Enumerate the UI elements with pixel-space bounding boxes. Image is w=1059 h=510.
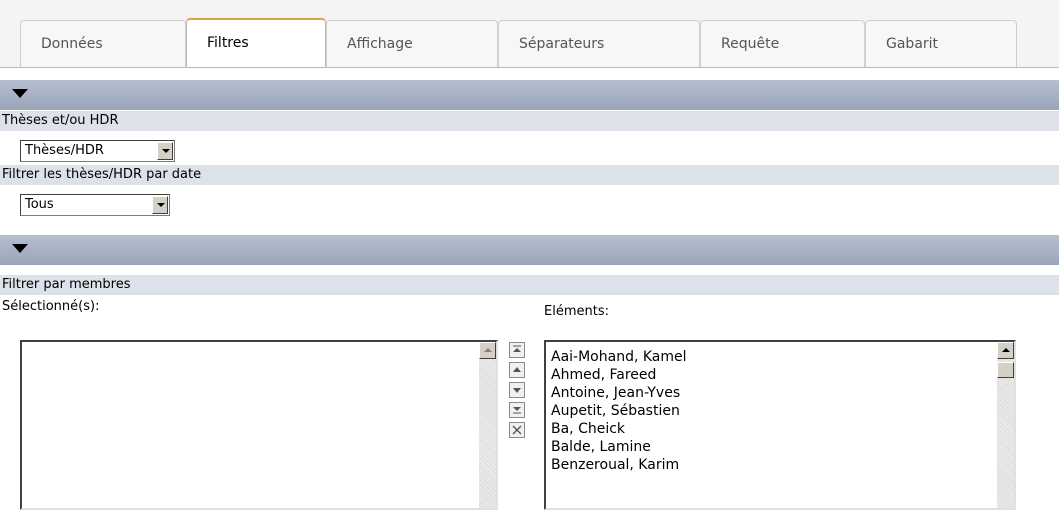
section-header-members[interactable] xyxy=(0,235,1059,265)
selected-scrollbar[interactable] xyxy=(479,342,496,508)
list-item[interactable]: Balde, Lamine xyxy=(551,438,1014,456)
remove-x-icon[interactable] xyxy=(509,422,525,438)
list-item[interactable]: Ahmed, Fareed xyxy=(551,366,1014,384)
theses-hdr-select[interactable]: Thèses/HDR xyxy=(20,140,175,162)
scroll-up-icon[interactable] xyxy=(479,342,496,359)
tab-bar: Données Filtres Affichage Séparateurs Re… xyxy=(0,8,1059,68)
list-item[interactable]: Ba, Cheick xyxy=(551,420,1014,438)
triangle-down-icon[interactable] xyxy=(12,89,28,98)
list-item[interactable]: Benzeroual, Karim xyxy=(551,456,1014,474)
move-top-icon[interactable] xyxy=(509,342,525,358)
triangle-down-icon[interactable] xyxy=(12,244,28,253)
tab-requete[interactable]: Requête xyxy=(700,20,865,68)
elements-listbox[interactable]: Aai-Mohand, Kamel Ahmed, Fareed Antoine,… xyxy=(544,340,1016,510)
list-item[interactable]: Aupetit, Sébastien xyxy=(551,402,1014,420)
date-filter-select-value: Tous xyxy=(25,197,54,212)
elements-label: Eléments: xyxy=(544,304,609,319)
move-down-icon[interactable] xyxy=(509,382,525,398)
move-bottom-icon[interactable] xyxy=(509,402,525,418)
date-filter-label: Filtrer les thèses/HDR par date xyxy=(0,165,1059,185)
tab-donnees[interactable]: Données xyxy=(20,20,186,68)
tab-underline xyxy=(0,67,1059,68)
top-margin xyxy=(0,0,1059,8)
scroll-up-icon[interactable] xyxy=(997,342,1014,359)
chevron-down-icon[interactable] xyxy=(152,196,168,214)
scroll-thumb[interactable] xyxy=(997,362,1014,378)
tab-gabarit[interactable]: Gabarit xyxy=(865,20,1017,68)
move-up-icon[interactable] xyxy=(509,362,525,378)
section-header-theses[interactable] xyxy=(0,80,1059,110)
tab-filtres[interactable]: Filtres xyxy=(186,18,326,68)
selected-listbox[interactable] xyxy=(20,340,498,510)
list-item[interactable]: Antoine, Jean-Yves xyxy=(551,384,1014,402)
theses-hdr-select-value: Thèses/HDR xyxy=(25,143,104,158)
theses-hdr-label: Thèses et/ou HDR xyxy=(0,111,1059,131)
elements-list: Aai-Mohand, Kamel Ahmed, Fareed Antoine,… xyxy=(546,342,1014,474)
date-filter-select[interactable]: Tous xyxy=(20,194,170,216)
tab-separateurs[interactable]: Séparateurs xyxy=(498,20,700,68)
elements-scrollbar[interactable] xyxy=(997,342,1014,508)
list-item[interactable]: Aai-Mohand, Kamel xyxy=(551,348,1014,366)
chevron-down-icon[interactable] xyxy=(157,142,173,160)
tab-affichage[interactable]: Affichage xyxy=(326,20,498,68)
selected-label: Sélectionné(s): xyxy=(2,299,100,314)
members-filter-label: Filtrer par membres xyxy=(0,275,1059,295)
